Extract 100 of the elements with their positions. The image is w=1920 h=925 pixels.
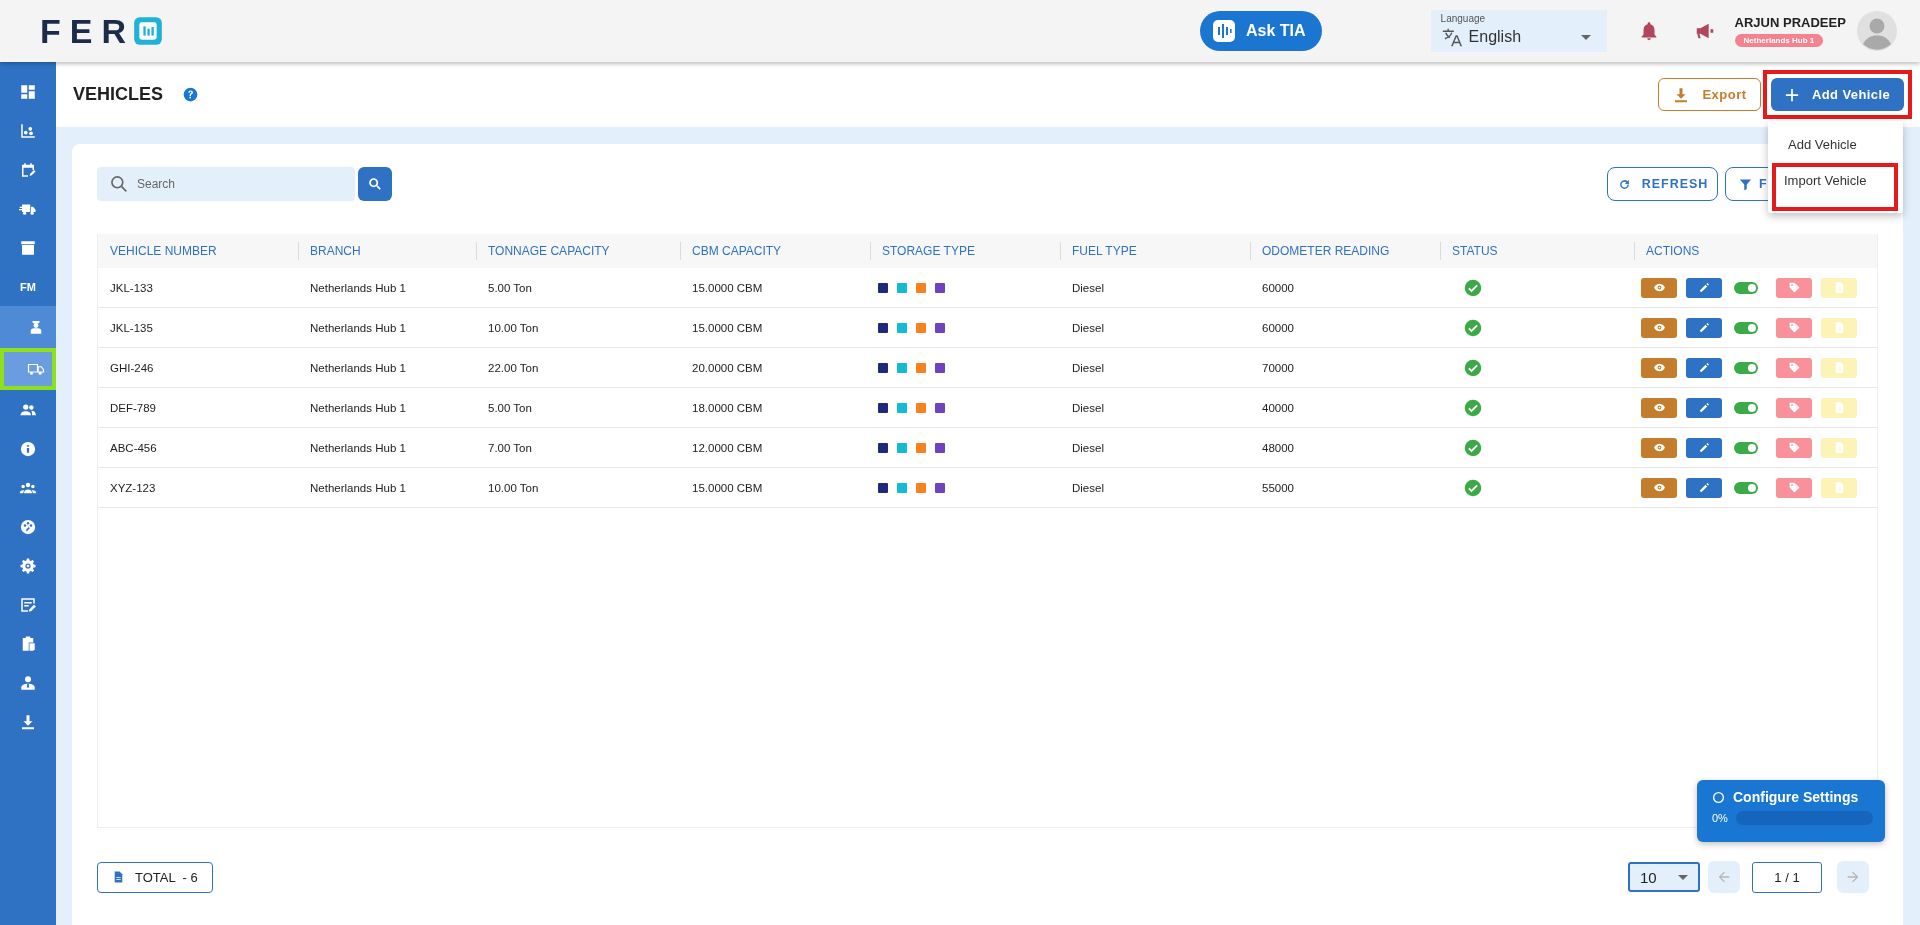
menu-item[interactable]: Add Vehicle: [1772, 125, 1898, 163]
column-header: BRANCH: [298, 242, 476, 260]
calendar-icon: [19, 160, 37, 179]
person-icon: [19, 673, 37, 692]
column-header: TONNAGE CAPACITY: [476, 242, 680, 260]
eye-icon: [1652, 321, 1666, 334]
edit-button[interactable]: [1686, 357, 1722, 378]
table-cell: 12.0000 CBM: [692, 441, 763, 454]
ask-assistant-button[interactable]: Ask TIA: [1200, 11, 1322, 51]
help-icon[interactable]: [183, 87, 199, 102]
toggle-switch[interactable]: [1734, 441, 1758, 454]
menu-item[interactable]: Import Vehicle: [1772, 163, 1898, 211]
pencil-icon: [1697, 361, 1711, 374]
pencil-icon: [1697, 441, 1711, 454]
language-select[interactable]: Language English: [1430, 10, 1607, 52]
tag-button[interactable]: [1776, 277, 1812, 298]
toggle-switch[interactable]: [1734, 361, 1758, 374]
table-cell: 60000: [1262, 321, 1294, 334]
view-button[interactable]: [1641, 397, 1677, 418]
edit-button[interactable]: [1686, 277, 1722, 298]
search-button[interactable]: [358, 167, 392, 201]
logo-text: FER: [40, 14, 135, 48]
eye-icon: [1652, 361, 1666, 374]
assistant-icon: [1212, 19, 1236, 43]
circle-icon: [1712, 790, 1725, 804]
refresh-button[interactable]: REFRESH: [1607, 167, 1718, 201]
edit-button[interactable]: [1686, 397, 1722, 418]
total-button[interactable]: TOTAL - 6: [97, 861, 213, 893]
setup-progress-card[interactable]: Configure Settings 0%: [1697, 780, 1885, 842]
edit-button[interactable]: [1686, 437, 1722, 458]
pencil-icon: [1697, 281, 1711, 294]
sidebar-item[interactable]: [0, 306, 56, 348]
table-cell: 7.00 Ton: [488, 441, 532, 454]
translate-icon: [1440, 26, 1463, 48]
column-header: FUEL TYPE: [1060, 242, 1250, 260]
table-cell: ABC-456: [110, 441, 157, 454]
tag-icon: [1787, 441, 1801, 454]
table-cell: JKL-133: [110, 281, 153, 294]
avatar-icon[interactable]: [1856, 11, 1897, 51]
page-indicator: 1 / 1: [1752, 861, 1822, 893]
table-cell: Netherlands Hub 1: [310, 321, 406, 334]
tag-button[interactable]: [1776, 357, 1812, 378]
table-cell: Diesel: [1072, 441, 1104, 454]
add-vehicle-button[interactable]: Add Vehicle: [1771, 78, 1904, 111]
search-field[interactable]: Search: [97, 167, 355, 201]
tag-icon: [1787, 481, 1801, 494]
view-button[interactable]: [1641, 317, 1677, 338]
right-arrow-icon: [1845, 869, 1861, 885]
branch-badge: Netherlands Hub 1: [1734, 34, 1824, 47]
eye-icon: [1652, 481, 1666, 494]
column-header: CBM CAPACITY: [680, 242, 870, 260]
caret-icon: [1678, 874, 1688, 880]
chart-icon: [19, 121, 37, 140]
table-cell: 18.0000 CBM: [692, 401, 763, 414]
table-cell: Diesel: [1072, 401, 1104, 414]
tag-button[interactable]: [1776, 397, 1812, 418]
progress-reading: 0%: [1712, 812, 1728, 824]
column-header: ACTIONS: [1634, 242, 1877, 260]
table-cell: Diesel: [1072, 281, 1104, 294]
setup-title: Configure Settings: [1733, 789, 1859, 805]
eye-icon: [1652, 401, 1666, 414]
table-cell: 5.00 Ton: [488, 281, 532, 294]
language-value: English: [1468, 28, 1523, 46]
page-title: VEHICLES: [73, 84, 164, 105]
table-cell: Netherlands Hub 1: [310, 281, 406, 294]
table-cell: 5.00 Ton: [488, 401, 532, 414]
table-cell: Netherlands Hub 1: [310, 401, 406, 414]
table-cell: 20.0000 CBM: [692, 361, 763, 374]
export-button[interactable]: Export: [1658, 78, 1761, 111]
sidebar-item[interactable]: FM: [0, 267, 56, 306]
toggle-switch[interactable]: [1734, 481, 1758, 494]
page-size-select[interactable]: 10: [1628, 862, 1700, 892]
toggle-switch[interactable]: [1734, 321, 1758, 334]
view-button[interactable]: [1641, 437, 1677, 458]
table-cell: Diesel: [1072, 481, 1104, 494]
column-header: STORAGE TYPE: [870, 242, 1060, 260]
tag-icon: [1787, 401, 1801, 414]
tag-button[interactable]: [1776, 317, 1812, 338]
tag-button[interactable]: [1776, 477, 1812, 498]
edit-button[interactable]: [1686, 477, 1722, 498]
pencil-icon: [1697, 401, 1711, 414]
table-cell: 48000: [1262, 441, 1294, 454]
sidebar-item[interactable]: [0, 348, 56, 390]
pencil-icon: [1697, 321, 1711, 334]
table-cell: Netherlands Hub 1: [310, 481, 406, 494]
column-header: STATUS: [1440, 242, 1634, 260]
table-cell: 15.0000 CBM: [692, 481, 763, 494]
toggle-switch[interactable]: [1734, 281, 1758, 294]
tag-icon: [1787, 321, 1801, 334]
view-button[interactable]: [1641, 477, 1677, 498]
eye-icon: [1652, 281, 1666, 294]
view-button[interactable]: [1641, 357, 1677, 378]
toggle-switch[interactable]: [1734, 401, 1758, 414]
view-button[interactable]: [1641, 277, 1677, 298]
table-cell: Netherlands Hub 1: [310, 441, 406, 454]
table-cell: 55000: [1262, 481, 1294, 494]
tag-button[interactable]: [1776, 437, 1812, 458]
tag-icon: [1787, 361, 1801, 374]
table-cell: GHI-246: [110, 361, 154, 374]
edit-button[interactable]: [1686, 317, 1722, 338]
